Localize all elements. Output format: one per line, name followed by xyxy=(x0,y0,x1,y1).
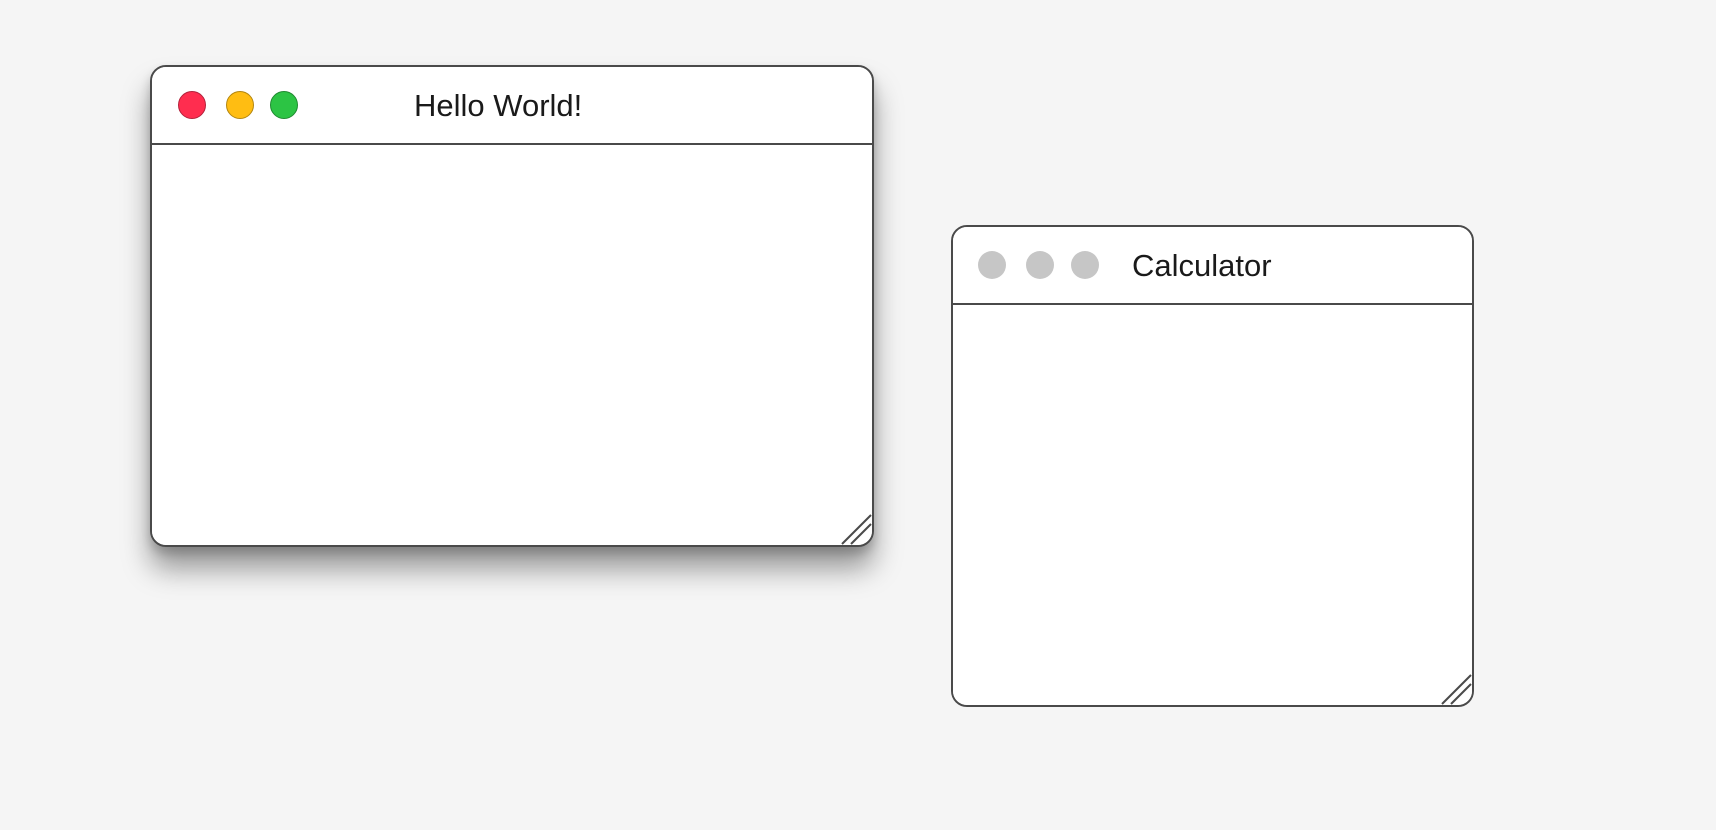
hello-world-window[interactable]: Hello World! xyxy=(150,65,874,547)
window-titlebar[interactable]: Hello World! xyxy=(152,67,872,145)
resize-grip-icon[interactable] xyxy=(838,511,872,545)
calculator-window[interactable]: Calculator xyxy=(951,225,1474,707)
zoom-button[interactable] xyxy=(270,91,298,119)
zoom-button[interactable] xyxy=(1071,251,1099,279)
close-button[interactable] xyxy=(178,91,206,119)
minimize-button[interactable] xyxy=(1026,251,1054,279)
window-title: Calculator xyxy=(1132,248,1272,283)
resize-grip-icon[interactable] xyxy=(1438,671,1472,705)
close-button[interactable] xyxy=(978,251,1006,279)
window-titlebar[interactable]: Calculator xyxy=(953,227,1472,305)
window-title: Hello World! xyxy=(414,88,583,123)
window-content[interactable] xyxy=(953,305,1472,705)
minimize-button[interactable] xyxy=(226,91,254,119)
window-content[interactable] xyxy=(152,145,872,545)
